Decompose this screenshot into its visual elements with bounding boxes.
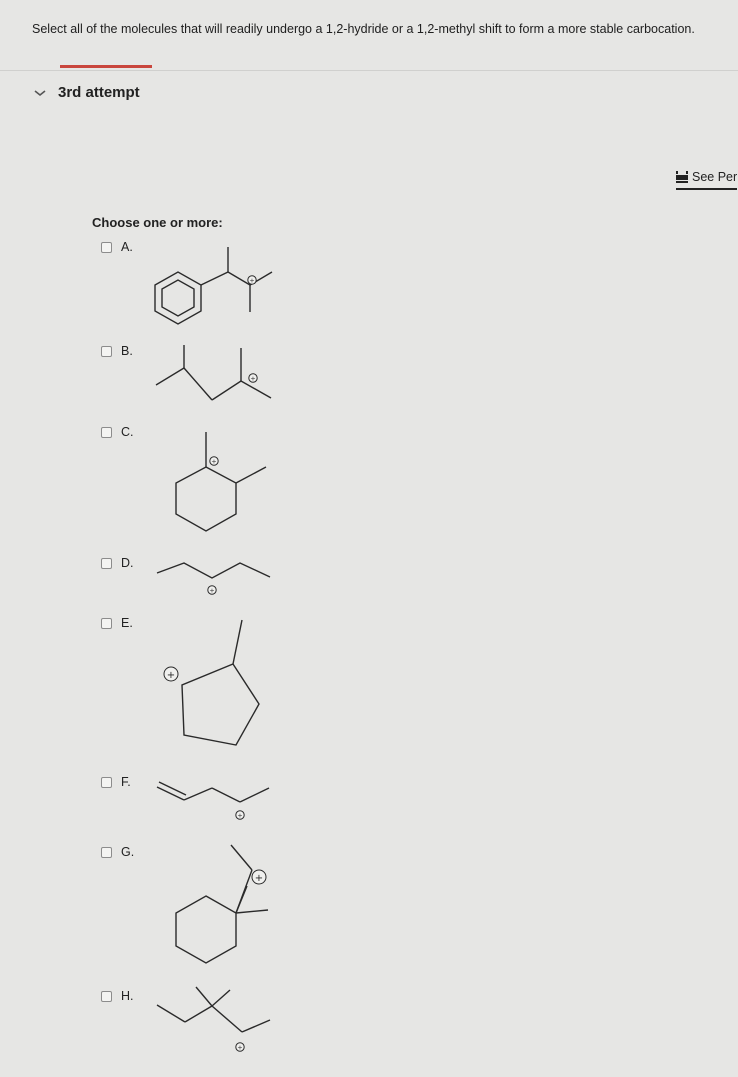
molecule-h: + <box>156 986 271 1052</box>
charge-symbol: + <box>237 1044 242 1052</box>
